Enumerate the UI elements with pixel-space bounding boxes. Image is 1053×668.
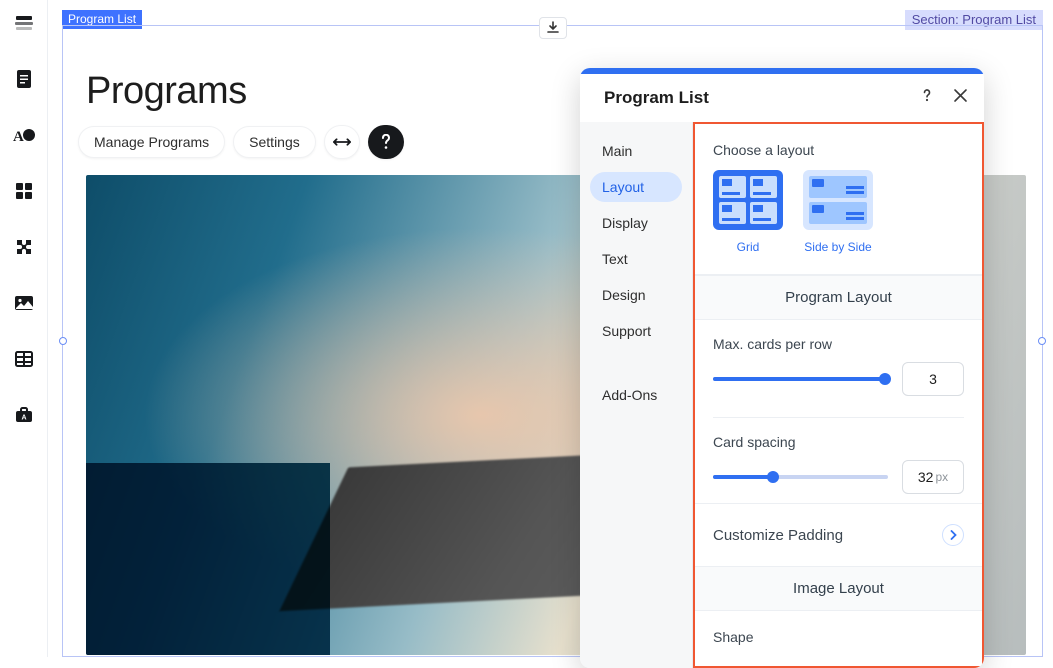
shape-label: Shape	[713, 629, 964, 645]
typography-icon[interactable]: A	[13, 124, 35, 146]
settings-panel: Program List Main Layout Display Text De…	[580, 68, 984, 668]
nav-display[interactable]: Display	[590, 208, 682, 238]
choose-layout-section: Choose a layout Grid	[695, 124, 982, 275]
panel-header: Program List	[580, 74, 984, 122]
close-icon[interactable]	[953, 88, 968, 108]
svg-text:A: A	[21, 415, 26, 422]
manage-programs-button[interactable]: Manage Programs	[78, 126, 225, 158]
section-label-right[interactable]: Section: Program List	[905, 10, 1043, 30]
resize-handle-right[interactable]	[1038, 337, 1046, 345]
nav-main[interactable]: Main	[590, 136, 682, 166]
panel-help-icon[interactable]	[919, 87, 935, 108]
customize-padding-label: Customize Padding	[713, 527, 843, 544]
customize-padding-row[interactable]: Customize Padding	[695, 503, 982, 566]
editor-canvas: Program List Section: Program List Progr…	[60, 10, 1045, 657]
stretch-icon-button[interactable]	[324, 125, 360, 159]
nav-text[interactable]: Text	[590, 244, 682, 274]
max-cards-label: Max. cards per row	[713, 336, 964, 352]
card-spacing-control: Card spacing 32px	[695, 418, 982, 503]
layout-option-side-label: Side by Side	[804, 240, 871, 254]
plugin-icon[interactable]	[13, 236, 35, 258]
page-title: Programs	[86, 70, 247, 113]
briefcase-icon[interactable]: A	[13, 404, 35, 426]
max-cards-slider[interactable]	[713, 377, 888, 381]
resize-handle-left[interactable]	[59, 337, 67, 345]
card-spacing-label: Card spacing	[713, 434, 964, 450]
panel-side-nav: Main Layout Display Text Design Support …	[580, 122, 692, 668]
layout-option-grid[interactable]: Grid	[713, 170, 783, 254]
section-label-left[interactable]: Program List	[62, 10, 142, 29]
page-icon[interactable]	[13, 68, 35, 90]
help-icon-button[interactable]	[368, 125, 404, 159]
program-layout-header: Program Layout	[695, 275, 982, 320]
layers-icon[interactable]	[13, 12, 35, 34]
table-icon[interactable]	[13, 348, 35, 370]
svg-text:A: A	[13, 129, 24, 145]
layout-option-side-by-side[interactable]: Side by Side	[803, 170, 873, 254]
download-icon-button[interactable]	[539, 17, 567, 39]
grid-icon[interactable]	[13, 180, 35, 202]
nav-support[interactable]: Support	[590, 316, 682, 346]
element-toolbar: Manage Programs Settings	[78, 125, 404, 159]
chevron-right-icon	[942, 524, 964, 546]
choose-layout-label: Choose a layout	[713, 142, 964, 158]
panel-content-highlighted: Choose a layout Grid	[693, 122, 984, 668]
max-cards-value[interactable]: 3	[902, 362, 964, 396]
panel-content: Choose a layout Grid	[692, 122, 984, 668]
image-icon[interactable]	[13, 292, 35, 314]
left-tool-rail: A A	[0, 0, 48, 657]
layout-option-grid-label: Grid	[737, 240, 760, 254]
nav-design[interactable]: Design	[590, 280, 682, 310]
panel-title: Program List	[604, 88, 709, 108]
card-spacing-value[interactable]: 32px	[902, 460, 964, 494]
card-spacing-slider[interactable]	[713, 475, 888, 479]
settings-button[interactable]: Settings	[233, 126, 316, 158]
shape-section: Shape	[695, 611, 982, 668]
nav-layout[interactable]: Layout	[590, 172, 682, 202]
nav-addons[interactable]: Add-Ons	[590, 380, 682, 410]
image-layout-header: Image Layout	[695, 566, 982, 611]
max-cards-control: Max. cards per row 3	[695, 320, 982, 405]
